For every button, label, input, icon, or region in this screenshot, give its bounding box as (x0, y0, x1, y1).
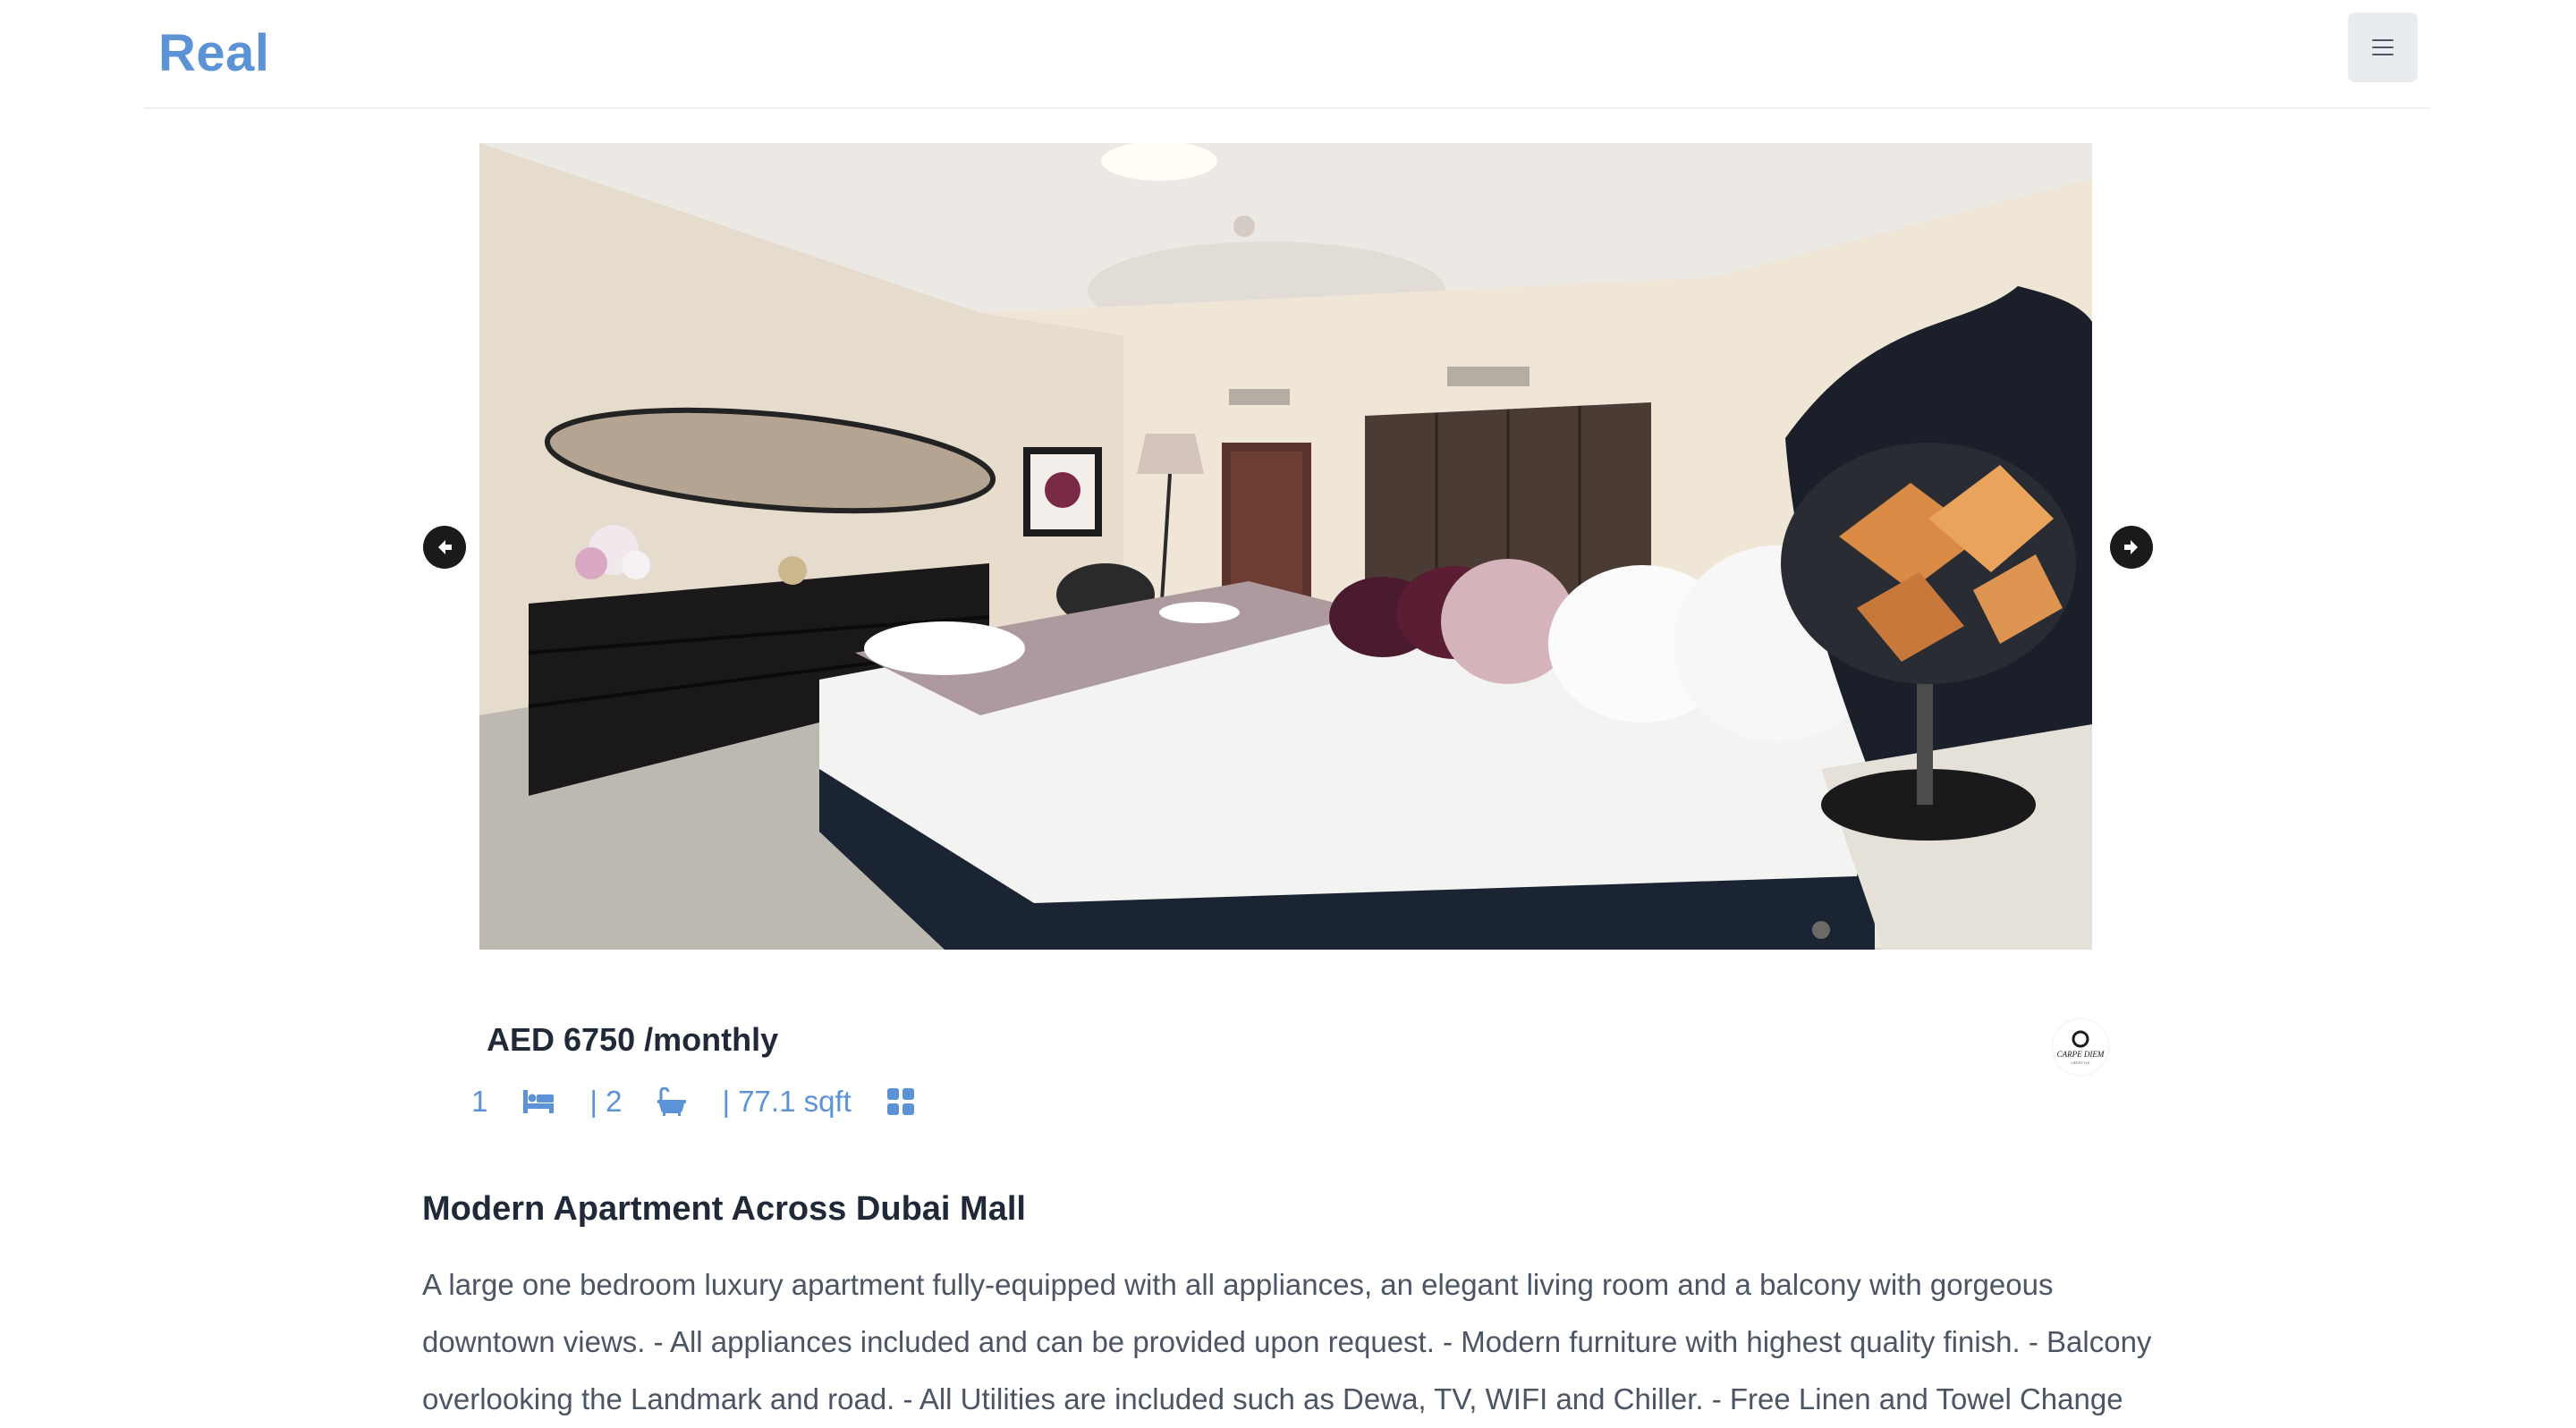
agency-logo-text: CARPE DIEM (2057, 1050, 2105, 1059)
arrow-left-circle-icon (438, 540, 452, 554)
top-navbar: Real (144, 0, 2430, 109)
hamburger-menu-icon (2372, 39, 2394, 55)
bathrooms-count: | 2 (589, 1085, 623, 1118)
bed-icon (523, 1090, 555, 1113)
carousel-next-button[interactable] (2110, 526, 2153, 569)
listing-description: A large one bedroom luxury apartment ful… (422, 1268, 2152, 1415)
bedrooms-count: 1 (471, 1085, 488, 1118)
agency-logo[interactable]: CARPE DIEM LIFESTYLE (2053, 1019, 2108, 1075)
bathtub-icon (657, 1087, 687, 1116)
arrow-right-circle-icon (2124, 540, 2138, 554)
listing-specs: 1 | 2 | 77.1 sqft (471, 1082, 950, 1121)
listing-photo (479, 143, 2092, 950)
agency-logo-subtext: LIFESTYLE (2071, 1060, 2089, 1065)
grid-icon (886, 1088, 914, 1115)
menu-toggle-button[interactable] (2348, 13, 2418, 82)
brand-logo[interactable]: Real (158, 23, 270, 83)
listing-title: Modern Apartment Across Dubai Mall (422, 1190, 1026, 1228)
carousel-prev-button[interactable] (423, 526, 466, 569)
area-size: | 77.1 sqft (722, 1085, 852, 1118)
listing-price: AED 6750 /monthly (487, 1021, 779, 1058)
image-carousel (423, 143, 2153, 951)
